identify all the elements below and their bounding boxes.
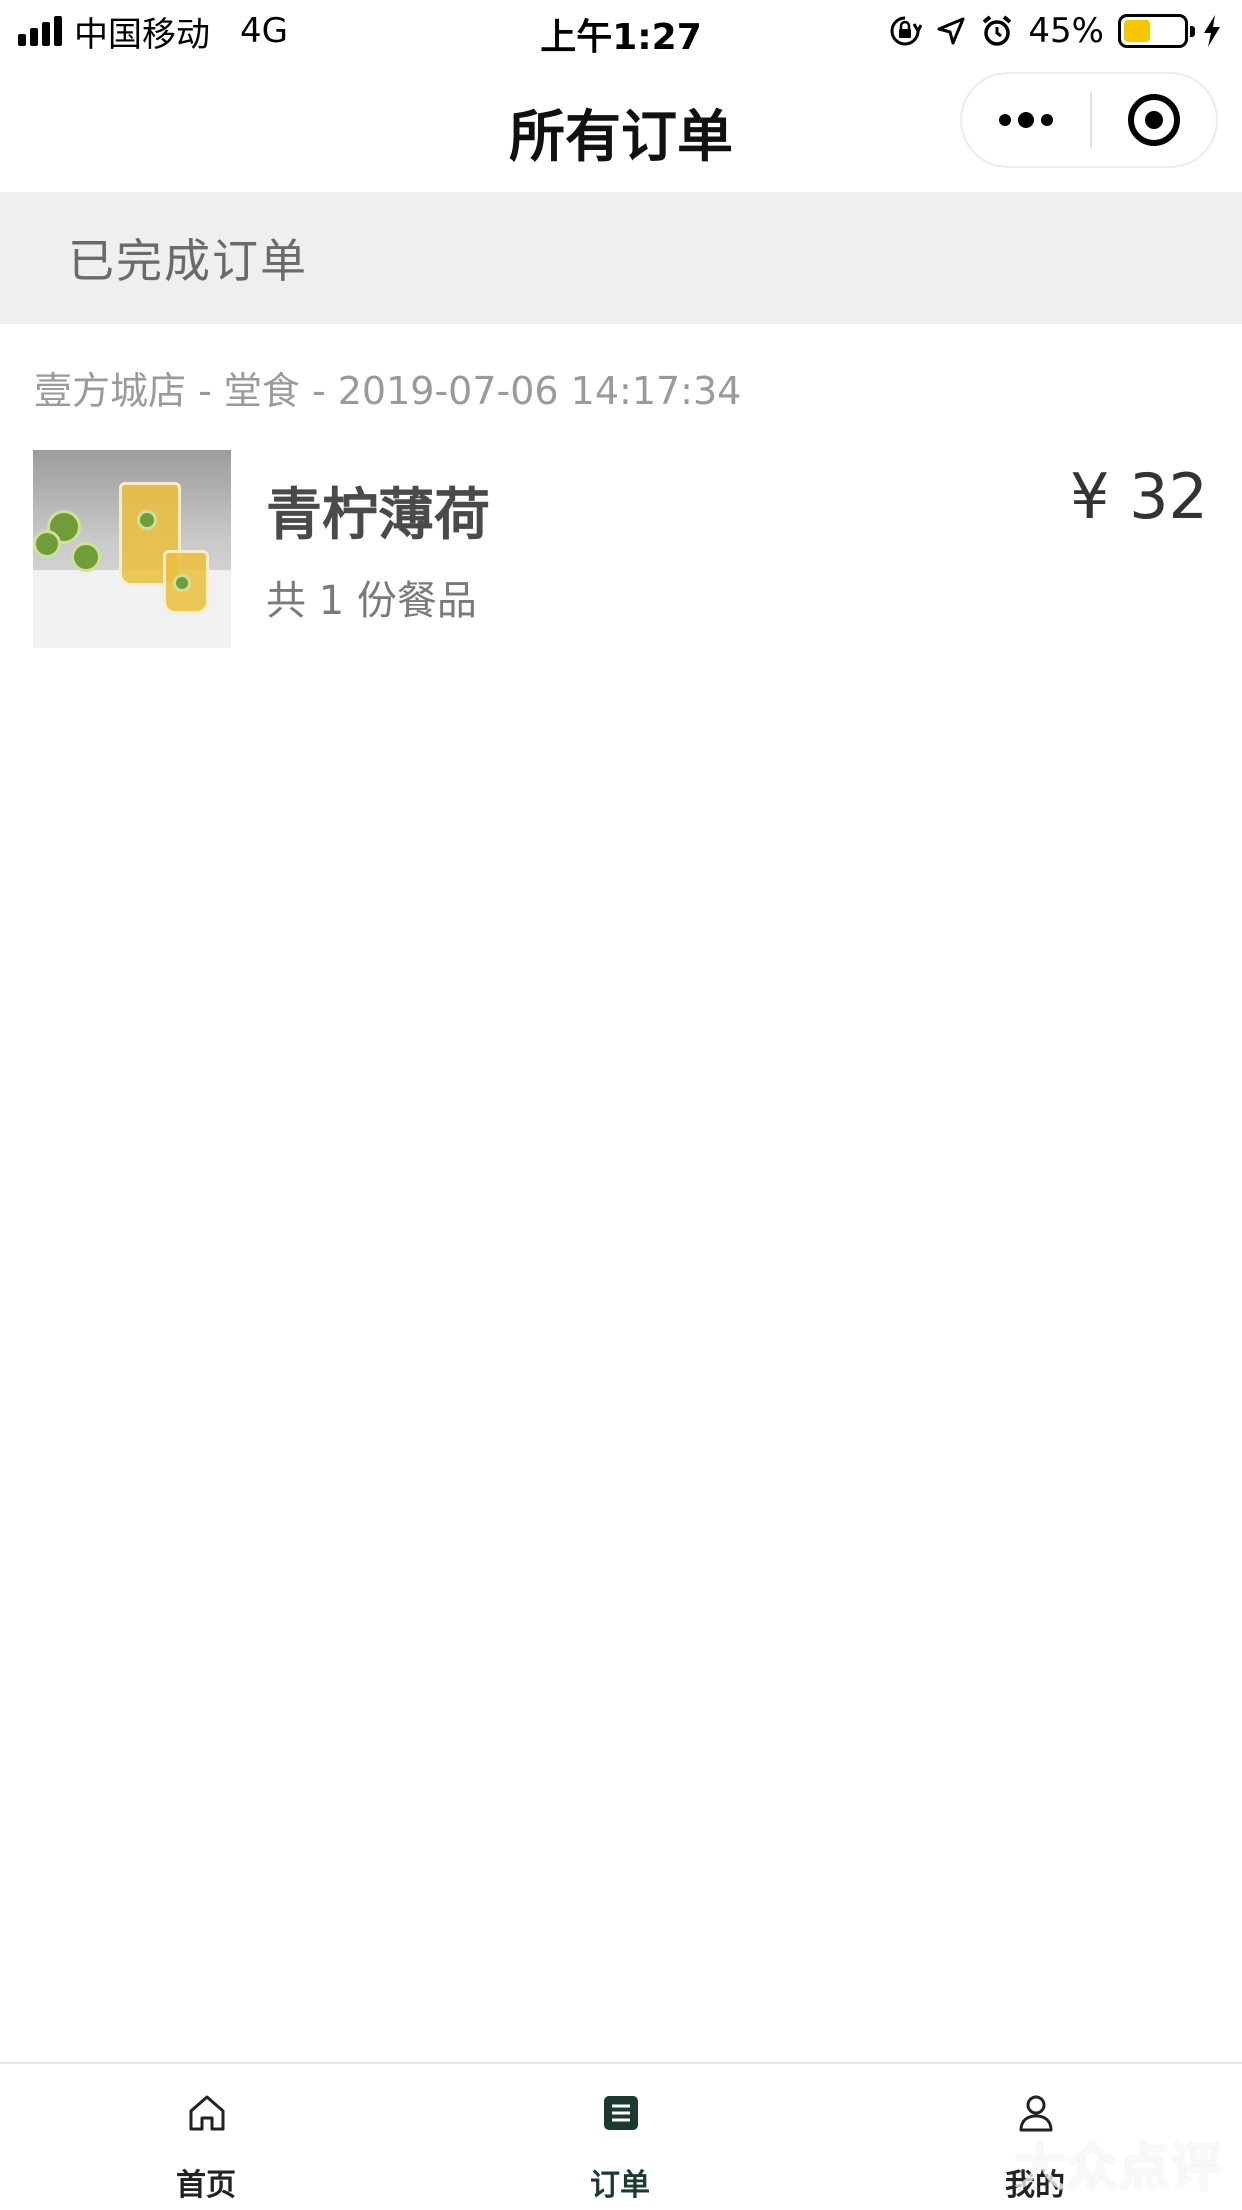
battery-icon	[1118, 14, 1195, 48]
location-icon	[937, 17, 965, 45]
nav-bar: 所有订单	[0, 62, 1242, 192]
more-dots-icon[interactable]	[962, 74, 1090, 166]
status-bar-right: 45%	[888, 8, 1222, 54]
charging-icon	[1204, 15, 1220, 47]
order-item-name: 青柠薄荷	[266, 483, 490, 548]
home-icon	[189, 2095, 225, 2131]
lime-mint-drink-image	[33, 450, 231, 648]
tab-home[interactable]: 首页	[106, 2064, 306, 2210]
mini-program-capsule	[960, 72, 1218, 168]
alarm-icon	[983, 15, 1012, 46]
order-price: ¥ 32	[1069, 460, 1208, 533]
order-list-icon	[604, 2096, 638, 2130]
tab-label: 首页	[176, 2168, 236, 2203]
target-circle-icon	[1128, 94, 1180, 146]
order-meta: 壹方城店 - 堂食 - 2019-07-06 14:17:34	[34, 369, 742, 413]
battery-percent: 45%	[1028, 11, 1104, 51]
watermark: 大众点评	[1013, 2138, 1222, 2198]
tab-order[interactable]: 订单	[520, 2064, 720, 2210]
section-header: 已完成订单	[0, 192, 1242, 324]
order-item-count: 共 1 份餐品	[266, 578, 477, 624]
status-bar: 中国移动 4G 上午1:27 45%	[0, 0, 1242, 62]
rotation-lock-icon	[890, 16, 923, 46]
close-button[interactable]	[1092, 74, 1216, 166]
tab-label: 订单	[590, 2168, 650, 2203]
battery-fill	[1124, 20, 1151, 42]
